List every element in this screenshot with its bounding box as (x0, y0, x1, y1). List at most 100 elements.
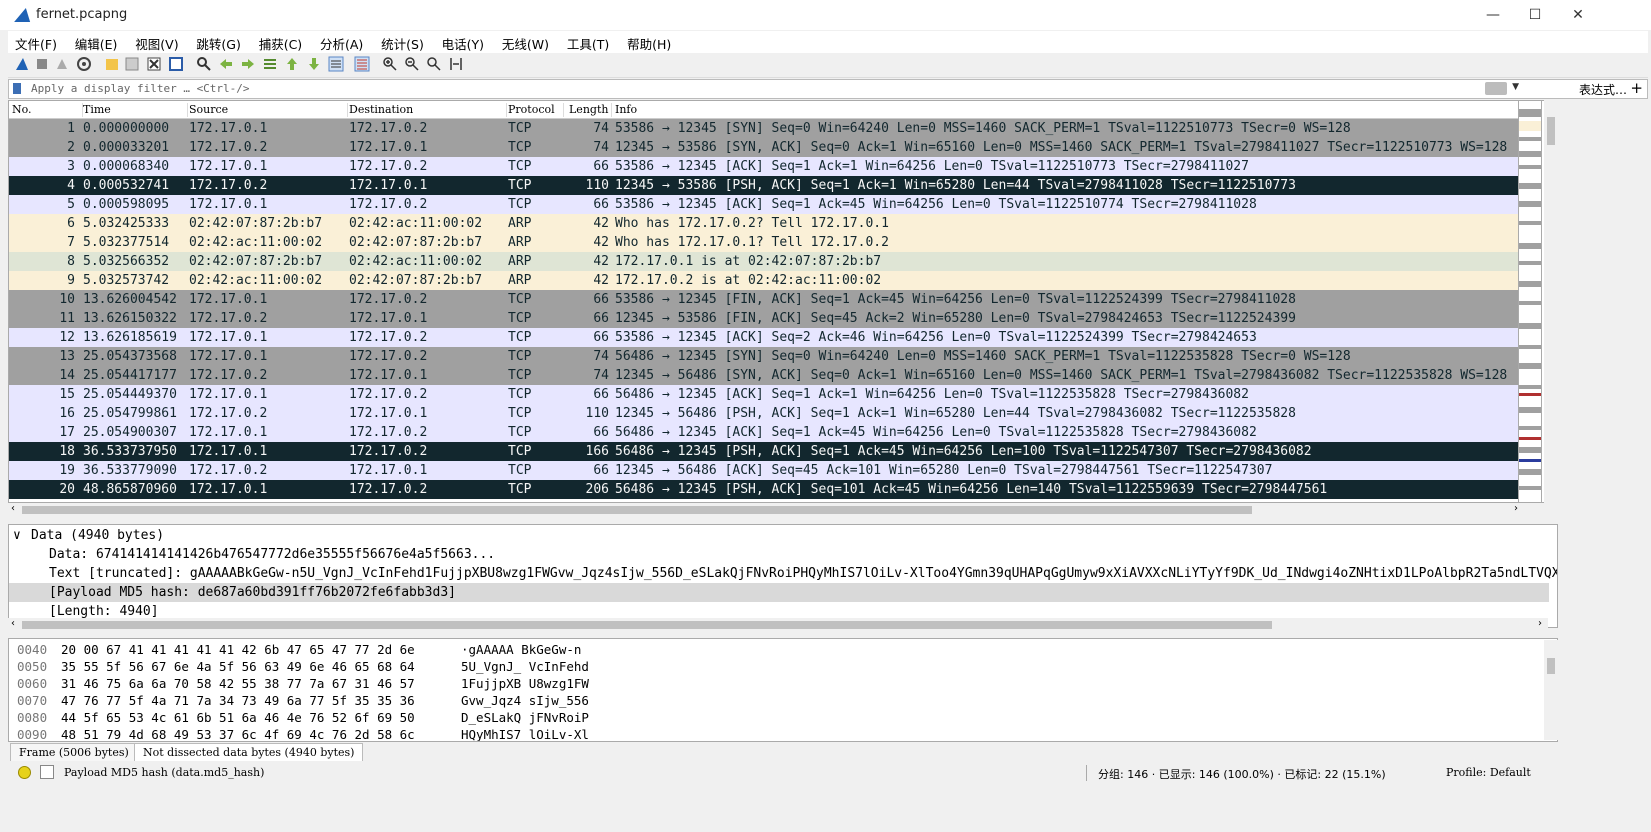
column-protocol[interactable]: Protocol (508, 103, 564, 117)
packet-row[interactable]: 5 0.000598095 172.17.0.1 172.17.0.2 TCP 66 535… (9, 195, 1519, 214)
packet-minimap[interactable] (1518, 100, 1542, 503)
detail-row[interactable]: ∨ Data (4940 bytes) (9, 526, 1549, 545)
scroll-right-icon[interactable]: › (1514, 503, 1518, 514)
expert-info-icon[interactable] (18, 766, 31, 779)
find-packet-icon[interactable] (196, 56, 212, 72)
go-to-packet-icon[interactable] (262, 56, 278, 72)
packet-row[interactable]: 1 0.000000000 172.17.0.1 172.17.0.2 TCP 74 535… (9, 119, 1519, 138)
byte-ascii: 5U_VgnJ_ VcInFehd (461, 659, 589, 674)
filter-expression-button[interactable]: 表达式… (1579, 81, 1627, 98)
scroll-left-icon[interactable]: ‹ (11, 503, 15, 514)
column-time[interactable]: Time (83, 103, 188, 117)
scrollbar-thumb[interactable] (22, 621, 1272, 629)
packet-source: 172.17.0.2 (189, 463, 268, 478)
column-destination[interactable]: Destination (349, 103, 507, 117)
column-length[interactable]: Length (569, 103, 612, 117)
scroll-right-icon[interactable]: › (1538, 618, 1542, 629)
detail-row[interactable]: [Payload MD5 hash: de687a60bd391ff76b207… (9, 583, 1549, 602)
column-source[interactable]: Source (189, 103, 348, 117)
minimap-intelligent-scrollbar[interactable] (1519, 101, 1541, 502)
minimize-button[interactable]: — (1473, 4, 1513, 26)
go-forward-icon[interactable] (240, 56, 256, 72)
packet-source: 172.17.0.1 (189, 292, 268, 307)
packet-row[interactable]: 12 13.626185619 172.17.0.1 172.17.0.2 TCP 66 5… (9, 328, 1519, 347)
packet-list[interactable]: No. Time Source Destination Protocol Len… (8, 100, 1548, 503)
display-filter-bar[interactable]: Apply a display filter … <Ctrl-/> ▼ 表达式…… (8, 79, 1648, 99)
packet-row[interactable]: 17 25.054900307 172.17.0.1 172.17.0.2 TCP 66 5… (9, 423, 1519, 442)
packet-row[interactable]: 9 5.032573742 02:42:ac:11:00:02 02:42:07:87… (9, 271, 1519, 290)
auto-scroll-icon[interactable] (328, 56, 344, 72)
maximize-button[interactable]: ☐ (1515, 4, 1555, 26)
column-info[interactable]: Info (615, 103, 1515, 117)
packet-row[interactable]: 18 36.533737950 172.17.0.1 172.17.0.2 TCP 166… (9, 442, 1519, 461)
close-file-icon[interactable] (146, 56, 162, 72)
stop-capture-icon[interactable] (34, 56, 50, 72)
status-profile[interactable]: Profile: Default (1446, 766, 1531, 779)
packet-row[interactable]: 3 0.000068340 172.17.0.1 172.17.0.2 TCP 66 535… (9, 157, 1519, 176)
colorize-icon[interactable] (354, 56, 370, 72)
column-no[interactable]: No. (12, 103, 83, 117)
normal-size-icon[interactable] (426, 56, 442, 72)
packet-row[interactable]: 4 0.000532741 172.17.0.2 172.17.0.1 TCP 110 12… (9, 176, 1519, 195)
packet-row[interactable]: 19 36.533779090 172.17.0.2 172.17.0.1 TCP 66 1… (9, 461, 1519, 480)
scrollbar-thumb[interactable] (1547, 117, 1555, 145)
packet-row[interactable]: 11 13.626150322 172.17.0.2 172.17.0.1 TCP 66 1… (9, 309, 1519, 328)
zoom-out-icon[interactable] (404, 56, 420, 72)
capture-comment-icon[interactable] (40, 765, 54, 779)
detail-row[interactable]: Text [truncated]: gAAAAABkGeGw-n5U_VgnJ_… (9, 564, 1557, 583)
capture-options-icon[interactable] (76, 56, 92, 72)
packet-time: 5.032573742 (83, 273, 170, 288)
packet-row[interactable]: 13 25.054373568 172.17.0.1 172.17.0.2 TCP 74 5… (9, 347, 1519, 366)
packet-row[interactable]: 14 25.054417177 172.17.0.2 172.17.0.1 TCP 74 1… (9, 366, 1519, 385)
packet-length: 66 (593, 311, 609, 326)
packet-row[interactable]: 20 48.865870960 172.17.0.1 172.17.0.2 TCP 206… (9, 480, 1519, 499)
go-back-icon[interactable] (218, 56, 234, 72)
packet-destination: 02:42:07:87:2b:b7 (349, 235, 483, 250)
packet-row[interactable]: 8 5.032566352 02:42:07:87:2b:b7 02:42:ac:11… (9, 252, 1519, 271)
detail-row[interactable]: Data: 674141414141426b476547772d6e35555f… (9, 545, 1549, 564)
tab-frame[interactable]: Frame (5006 bytes) (10, 743, 138, 761)
filter-bookmark-icon[interactable] (13, 83, 21, 94)
packet-row[interactable]: 7 5.032377514 02:42:ac:11:00:02 02:42:07:87… (9, 233, 1519, 252)
restart-capture-icon[interactable] (54, 56, 70, 72)
bytes-vertical-scrollbar[interactable] (1544, 640, 1558, 740)
resize-columns-icon[interactable] (448, 56, 464, 72)
packet-source: 172.17.0.1 (189, 387, 268, 402)
go-first-icon[interactable] (284, 56, 300, 72)
open-file-icon[interactable] (104, 56, 120, 72)
apply-filter-arrow-icon[interactable] (1485, 82, 1507, 95)
packet-row[interactable]: 15 25.054449370 172.17.0.1 172.17.0.2 TCP 66 5… (9, 385, 1519, 404)
packet-time: 25.054449370 (83, 387, 177, 402)
packet-list-horizontal-scrollbar[interactable]: ‹ › (8, 503, 1548, 517)
tab-not-dissected-data[interactable]: Not dissected data bytes (4940 bytes) (134, 743, 364, 761)
packet-row[interactable]: 2 0.000033201 172.17.0.2 172.17.0.1 TCP 74 123… (9, 138, 1519, 157)
packet-details[interactable]: ∨ Data (4940 bytes) Data: 674141414141426b… (8, 524, 1558, 628)
byte-ascii: 1FujjpXB U8wzg1FW (461, 676, 589, 691)
packet-bytes[interactable]: 0040 20 00 67 41 41 41 41 41 42 6b 47 65 … (8, 638, 1558, 742)
expand-toggle-icon[interactable]: ∨ (13, 526, 21, 545)
add-filter-button[interactable]: + (1630, 79, 1643, 97)
close-button[interactable]: ✕ (1558, 4, 1598, 26)
go-last-icon[interactable] (306, 56, 322, 72)
packet-list-vertical-scrollbar[interactable] (1544, 100, 1558, 503)
zoom-in-icon[interactable] (382, 56, 398, 72)
byte-ascii: Gvw_Jqz4 sIjw_556 (461, 693, 589, 708)
save-file-icon[interactable] (124, 56, 140, 72)
packet-source: 02:42:07:87:2b:b7 (189, 254, 323, 269)
packet-protocol: TCP (508, 425, 532, 440)
packet-row[interactable]: 6 5.032425333 02:42:07:87:2b:b7 02:42:ac:11… (9, 214, 1519, 233)
packet-row[interactable]: 10 13.626004542 172.17.0.1 172.17.0.2 TCP 66 5… (9, 290, 1519, 309)
byte-hex: 47 76 77 5f 4a 71 7a 34 73 49 6a 77 5f 3… (61, 693, 415, 708)
packet-time: 0.000033201 (83, 140, 170, 155)
scroll-left-icon[interactable]: ‹ (11, 618, 15, 629)
packet-info: 53586 → 12345 [SYN] Seq=0 Win=64240 Len=… (615, 121, 1351, 136)
packet-row[interactable]: 16 25.054799861 172.17.0.2 172.17.0.1 TCP 110… (9, 404, 1519, 423)
start-capture-icon[interactable] (14, 56, 30, 72)
details-horizontal-scrollbar[interactable]: ‹ › (8, 618, 1548, 632)
filter-history-dropdown-icon[interactable]: ▼ (1512, 82, 1519, 92)
scrollbar-thumb[interactable] (22, 506, 1252, 514)
packet-no: 11 (59, 311, 75, 326)
scrollbar-thumb[interactable] (1547, 658, 1555, 674)
reload-file-icon[interactable] (168, 56, 184, 72)
packet-length: 66 (593, 387, 609, 402)
